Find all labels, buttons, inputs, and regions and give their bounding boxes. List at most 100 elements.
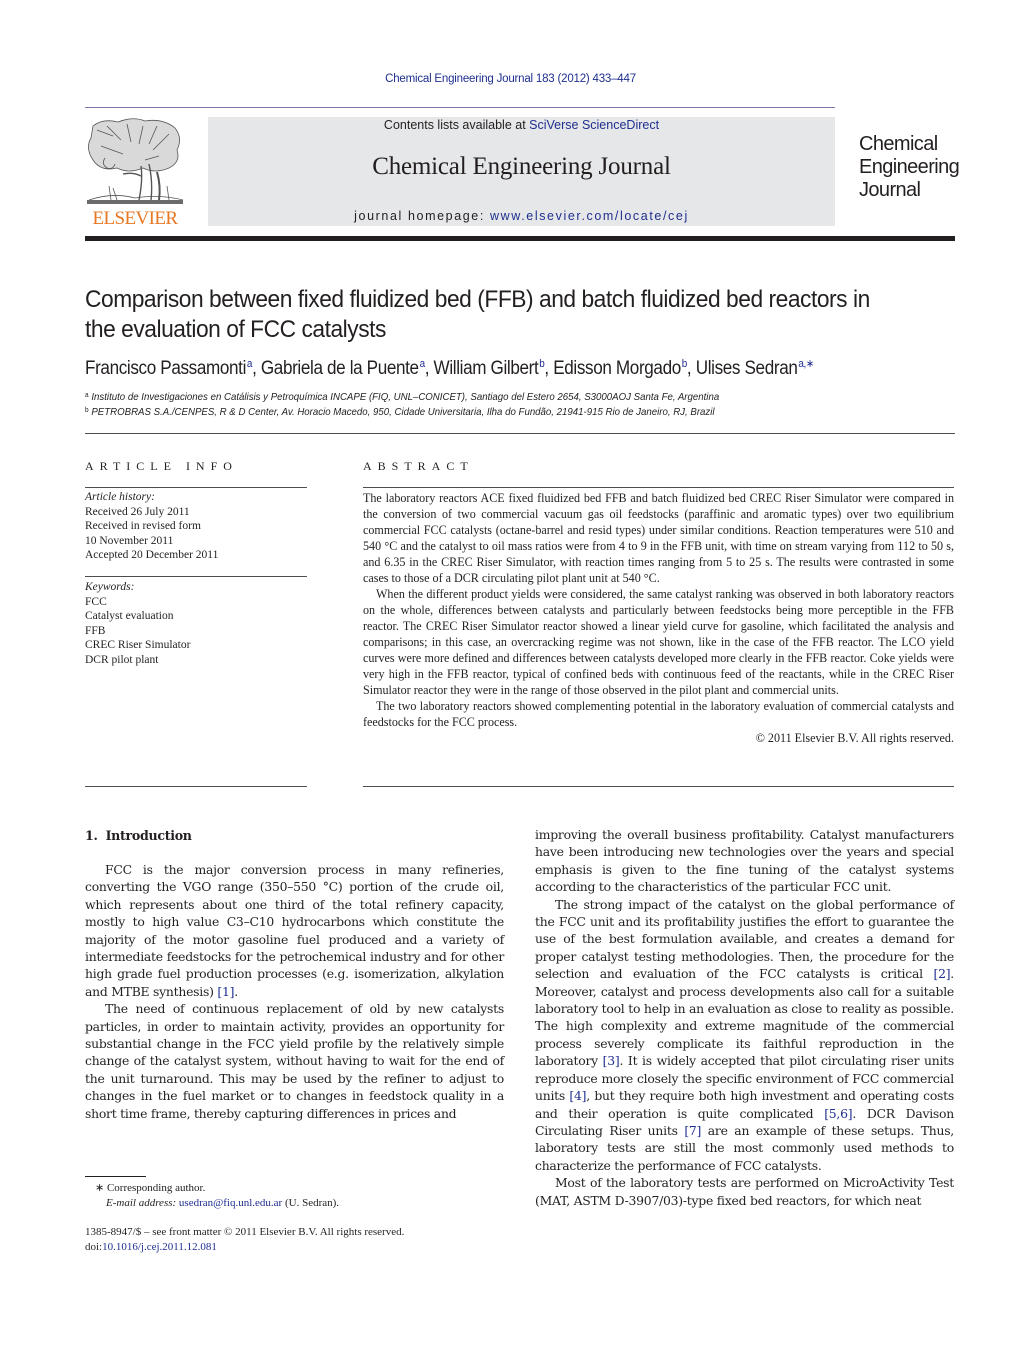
abstract-divider [363,487,954,488]
history-item: Accepted 20 December 2011 [85,549,219,561]
author-name: Ulises Sedran [695,358,798,379]
doi-prefix: doi: [85,1241,103,1253]
keywords-label: Keywords: [85,581,135,593]
body-paragraph: Most of the laboratory tests are perform… [535,1174,954,1209]
affiliation-label: a [85,392,89,399]
section-heading-introduction: 1. Introduction [85,828,192,843]
corresponding-author-note: ∗ Corresponding author. [85,1181,339,1196]
affiliation-text: PETROBRAS S.A./CENPES, R & D Center, Av.… [91,406,715,418]
author[interactable]: William Gilbertb [434,358,545,379]
citation-link[interactable]: [1] [217,984,234,999]
abstract: The laboratory reactors ACE fixed fluidi… [363,490,954,746]
email-note: E-mail address: usedran@fiq.unl.edu.ar (… [85,1196,339,1211]
author-separator: , [686,358,696,379]
header-divider [85,236,955,241]
author-separator: , [544,358,554,379]
author[interactable]: Gabriela de la Puentea [261,358,425,379]
issn-notice: 1385-8947/$ – see front matter © 2011 El… [85,1226,405,1238]
author-name: Francisco Passamonti [85,358,247,379]
author-list: Francisco Passamontia, Gabriela de la Pu… [85,357,814,380]
body-paragraph: improving the overall business profitabi… [535,826,954,896]
elsevier-logo[interactable]: ELSEVIER [83,116,187,230]
abstract-bottom-divider [363,786,954,787]
front-matter-divider [85,433,955,434]
author[interactable]: Francisco Passamontia [85,358,252,379]
body-column-right: improving the overall business profitabi… [535,826,954,1209]
paragraph-text: FCC is the major conversion process in m… [85,862,504,999]
body-paragraph: The strong impact of the catalyst on the… [535,896,954,1175]
doi-link[interactable]: 10.1016/j.cej.2011.12.081 [102,1241,217,1253]
article-info-bottom-divider [85,786,307,787]
body-paragraph: FCC is the major conversion process in m… [85,861,504,1000]
elsevier-wordmark: ELSEVIER [92,208,179,229]
keyword: Catalyst evaluation [85,610,174,622]
abstract-paragraph: The two laboratory reactors showed compl… [363,699,954,729]
author-name: Edisson Morgado [553,358,681,379]
history-item: 10 November 2011 [85,534,174,547]
body-column-left: FCC is the major conversion process in m… [85,861,504,1122]
journal-homepage: journal homepage: www.elsevier.com/locat… [208,209,835,223]
footnote-mark: ∗ [95,1182,105,1194]
affiliation-label: b [85,407,89,414]
keyword: FCC [85,595,107,608]
keywords-divider [85,576,307,577]
cover-title-line: Chemical [859,133,938,155]
top-divider [85,107,835,108]
author[interactable]: Ulises Sedrana,∗ [695,358,815,379]
doi-line: doi:10.1016/j.cej.2011.12.081 [85,1240,404,1255]
journal-title: Chemical Engineering Journal [372,153,671,180]
affiliation-mark[interactable]: a,∗ [798,358,814,370]
paragraph-text: The need of continuous replacement of ol… [85,1001,504,1121]
cover-title-line: Engineering [859,156,960,178]
article-info-heading: ARTICLE INFO [85,459,238,473]
footnotes: ∗ Corresponding author. E-mail address: … [85,1181,339,1211]
author-separator: , [424,358,434,379]
citation-link[interactable]: [5,6] [824,1106,852,1121]
author-name: William Gilbert [433,358,539,379]
elsevier-tree-logo-icon [87,118,184,204]
abstract-heading: ABSTRACT [363,459,474,473]
history-item: Received in revised form [85,520,201,532]
sciencedirect-link[interactable]: SciVerse ScienceDirect [529,118,659,132]
email-link[interactable]: usedran@fiq.unl.edu.ar [179,1197,282,1209]
author[interactable]: Edisson Morgadob [553,358,687,379]
section-number: 1. [85,828,98,843]
front-matter-notice: 1385-8947/$ – see front matter © 2011 El… [85,1225,404,1255]
history-item: Received 26 July 2011 [85,505,190,518]
paragraph-text: improving the overall business profitabi… [535,827,954,895]
abstract-copyright: © 2011 Elsevier B.V. All rights reserved… [755,731,954,745]
abstract-paragraph: When the different product yields were c… [363,587,954,697]
affiliation: b PETROBRAS S.A./CENPES, R & D Center, Av… [85,404,719,419]
article-history-label: Article history: [85,491,155,503]
paragraph-text: Most of the laboratory tests are perform… [535,1175,954,1208]
citation-link[interactable]: [4] [569,1088,586,1103]
affiliation-text: Instituto de Investigaciones en Catálisi… [91,391,720,403]
article-info-divider [85,487,307,488]
footnote-divider [85,1176,146,1177]
journal-cover-title[interactable]: Chemical Engineering Journal [859,133,960,202]
homepage-prefix: journal homepage: [354,209,490,223]
keywords: Keywords: FCC Catalyst evaluation FFB CR… [85,580,307,667]
running-head[interactable]: Chemical Engineering Journal 183 (2012) … [0,73,1021,85]
citation-link[interactable]: [3] [603,1053,620,1068]
keyword: FFB [85,624,106,637]
section-title: Introduction [105,828,192,843]
keyword: CREC Riser Simulator [85,639,191,651]
abstract-paragraph: The laboratory reactors ACE fixed fluidi… [363,491,954,585]
citation-link[interactable]: [7] [684,1123,701,1138]
article-history: Article history: Received 26 July 2011 R… [85,490,307,563]
contents-prefix: Contents lists available at [383,118,530,132]
corresponding-author-text: Corresponding author. [106,1182,206,1194]
email-suffix: (U. Sedran). [282,1197,340,1209]
email-label: E-mail address: [106,1197,177,1209]
citation-link[interactable]: [2] [933,966,950,981]
article-title: Comparison between fixed fluidized bed (… [85,286,870,343]
homepage-link[interactable]: www.elsevier.com/locate/cej [490,209,689,223]
affiliations: a Instituto de Investigaciones en Catális… [85,389,719,419]
body-paragraph: The need of continuous replacement of ol… [85,1000,504,1122]
cover-title-line: Journal [859,179,921,201]
keyword: DCR pilot plant [85,653,159,666]
affiliation: a Instituto de Investigaciones en Catális… [85,389,719,404]
contents-available: Contents lists available at SciVerse Sci… [208,118,835,132]
journal-masthead: Contents lists available at SciVerse Sci… [208,117,835,226]
